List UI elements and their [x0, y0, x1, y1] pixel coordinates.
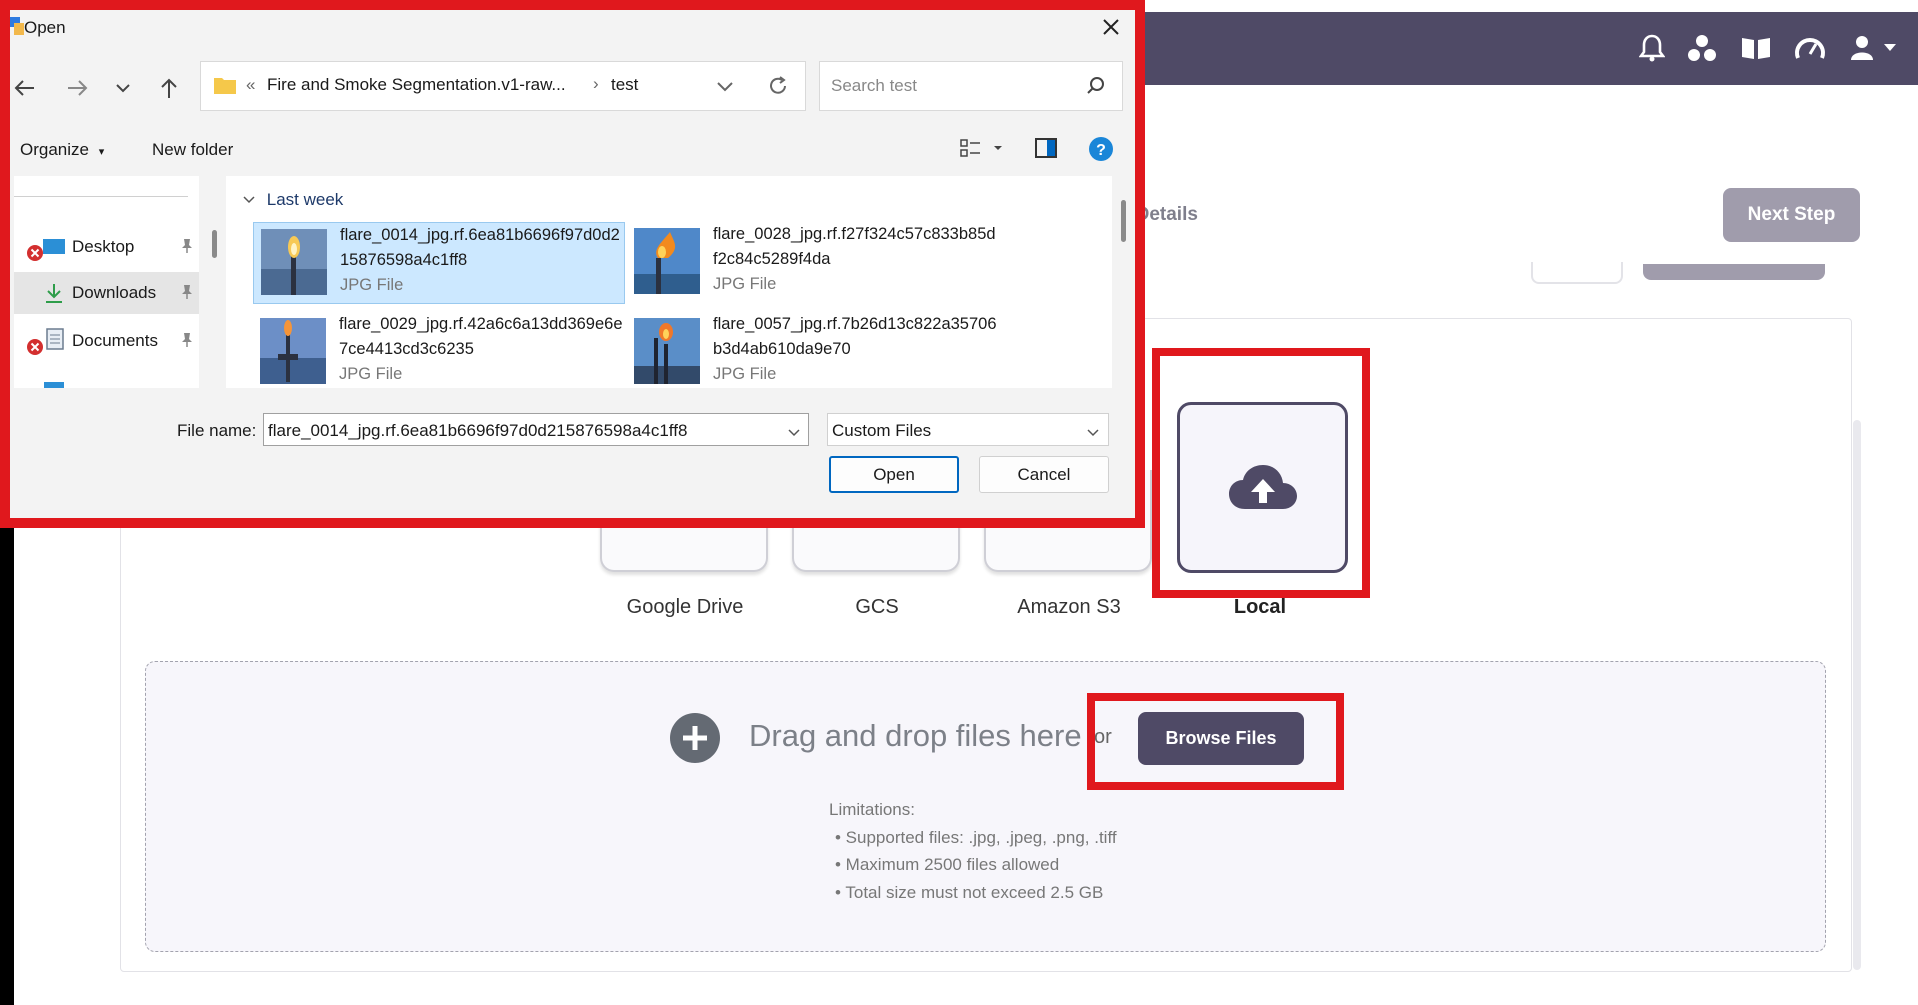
help-icon[interactable]: ?: [1088, 136, 1114, 167]
speedometer-icon[interactable]: [1788, 26, 1832, 70]
open-button[interactable]: Open: [829, 456, 959, 493]
search-box[interactable]: Search test: [819, 61, 1123, 111]
local-label: Local: [1233, 596, 1287, 618]
amazon-s3-label: Amazon S3: [1017, 596, 1121, 618]
annotation-box-local: [1152, 348, 1370, 598]
file-name: flare_0057_jpg.rf.7b26d13c822a35706b3d4a…: [713, 315, 997, 358]
dialog-title: Open: [24, 18, 66, 37]
file-type: JPG File: [340, 276, 404, 294]
refresh-icon[interactable]: [767, 75, 789, 102]
documents-icon: [46, 328, 64, 355]
user-menu-icon[interactable]: [1840, 26, 1910, 70]
file-item-selected[interactable]: flare_0014_jpg.rf.6ea81b6696f97d0d215876…: [253, 222, 625, 304]
address-dropdown-icon[interactable]: [716, 80, 734, 98]
nav-divider: [14, 196, 188, 197]
limitation-item: • Supported files: .jpg, .jpeg, .png, .t…: [835, 827, 1117, 847]
error-badge-icon: [26, 338, 44, 361]
limitations: Limitations: • Supported files: .jpg, .j…: [829, 796, 1117, 906]
nav-scrollbar[interactable]: [212, 230, 217, 258]
file-list: Last week flare_0014_jpg.rf.6ea81b6696f9…: [226, 176, 1112, 388]
file-item[interactable]: flare_0029_jpg.rf.42a6c6a13dd369e6e7ce44…: [253, 312, 625, 388]
svg-text:?: ?: [1096, 142, 1106, 159]
secondary-button-edge[interactable]: [1531, 262, 1623, 284]
limitations-title: Limitations:: [829, 800, 915, 819]
up-arrow-icon[interactable]: [156, 76, 182, 100]
search-icon[interactable]: [1086, 76, 1106, 101]
file-item[interactable]: flare_0028_jpg.rf.f27f324c57c833b85df2c8…: [627, 222, 999, 304]
limitation-item: • Total size must not exceed 2.5 GB: [835, 882, 1104, 902]
close-icon[interactable]: [1098, 14, 1124, 40]
folder-icon: [213, 75, 237, 100]
page-scrollbar[interactable]: [1853, 420, 1861, 970]
file-type: JPG File: [713, 365, 777, 383]
desktop-icon: [42, 238, 66, 261]
pin-icon: [180, 332, 194, 353]
file-name: flare_0028_jpg.rf.f27f324c57c833b85df2c8…: [713, 225, 996, 268]
file-type-select[interactable]: Custom Files: [827, 413, 1109, 446]
breadcrumb-current[interactable]: test: [611, 75, 638, 95]
apps-icon[interactable]: [1680, 26, 1724, 70]
back-arrow-icon[interactable]: [12, 76, 38, 100]
bell-icon[interactable]: [1630, 26, 1674, 70]
nav-item-documents[interactable]: Documents: [14, 320, 199, 362]
nav-item-label: Documents: [72, 331, 158, 350]
file-type-dropdown-icon: [1086, 425, 1100, 443]
book-icon[interactable]: [1734, 26, 1778, 70]
file-name-label: File name:: [177, 421, 257, 440]
download-icon: [44, 282, 64, 309]
pin-icon: [180, 284, 194, 305]
pin-icon: [180, 238, 194, 259]
pictures-icon: [44, 382, 64, 388]
file-name: flare_0014_jpg.rf.6ea81b6696f97d0d215876…: [340, 226, 620, 269]
organize-label: Organize: [20, 140, 89, 159]
file-name: flare_0029_jpg.rf.42a6c6a13dd369e6e7ce44…: [339, 315, 623, 358]
file-type: JPG File: [713, 275, 777, 293]
breadcrumb-separator: ›: [593, 74, 599, 93]
file-name-input[interactable]: flare_0014_jpg.rf.6ea81b6696f97d0d215876…: [263, 413, 809, 446]
organize-menu[interactable]: Organize ▾: [20, 140, 104, 160]
google-drive-label: Google Drive: [626, 596, 744, 618]
group-header[interactable]: Last week: [242, 190, 343, 210]
file-name-dropdown-icon[interactable]: [787, 425, 801, 443]
cancel-button[interactable]: Cancel: [979, 456, 1109, 493]
group-chevron-icon: [242, 190, 256, 209]
plus-icon[interactable]: [670, 713, 720, 763]
primary-button-edge[interactable]: [1643, 264, 1825, 280]
file-type-value: Custom Files: [832, 421, 932, 440]
nav-item-label: Downloads: [72, 283, 157, 302]
nav-item-label: Desktop: [72, 237, 135, 256]
nav-item-desktop[interactable]: Desktop: [14, 226, 199, 268]
organize-caret-icon: ▾: [98, 146, 105, 158]
next-step-button[interactable]: Next Step: [1723, 188, 1860, 242]
file-name-value[interactable]: flare_0014_jpg.rf.6ea81b6696f97d0d215876…: [268, 421, 687, 441]
file-thumbnail: [260, 318, 326, 384]
file-thumbnail: [634, 228, 700, 294]
annotation-box-browse: [1087, 693, 1344, 790]
search-input[interactable]: Search test: [831, 76, 917, 96]
limitation-item: • Maximum 2500 files allowed: [835, 855, 1060, 874]
file-list-scrollbar[interactable]: [1121, 200, 1126, 242]
breadcrumb-folder[interactable]: Fire and Smoke Segmentation.v1-raw...: [267, 75, 566, 95]
view-options-icon[interactable]: [960, 138, 1004, 163]
address-bar[interactable]: « Fire and Smoke Segmentation.v1-raw... …: [200, 61, 806, 111]
breadcrumb-overflow[interactable]: «: [246, 75, 255, 95]
navigation-pane: Desktop Downloads Documents: [14, 176, 199, 388]
gcs-label: GCS: [855, 596, 899, 618]
recent-locations-chevron-icon[interactable]: [110, 76, 136, 100]
new-folder-button[interactable]: New folder: [152, 140, 233, 160]
file-item[interactable]: flare_0057_jpg.rf.7b26d13c822a35706b3d4a…: [627, 312, 999, 388]
forward-arrow-icon[interactable]: [64, 76, 90, 100]
nav-item-downloads[interactable]: Downloads: [14, 272, 199, 314]
group-label: Last week: [266, 190, 344, 209]
file-thumbnail: [634, 318, 700, 384]
file-thumbnail: [261, 229, 327, 295]
drag-drop-text: Drag and drop files here: [749, 718, 1082, 753]
file-type: JPG File: [339, 365, 403, 383]
preview-pane-icon[interactable]: [1035, 138, 1057, 163]
